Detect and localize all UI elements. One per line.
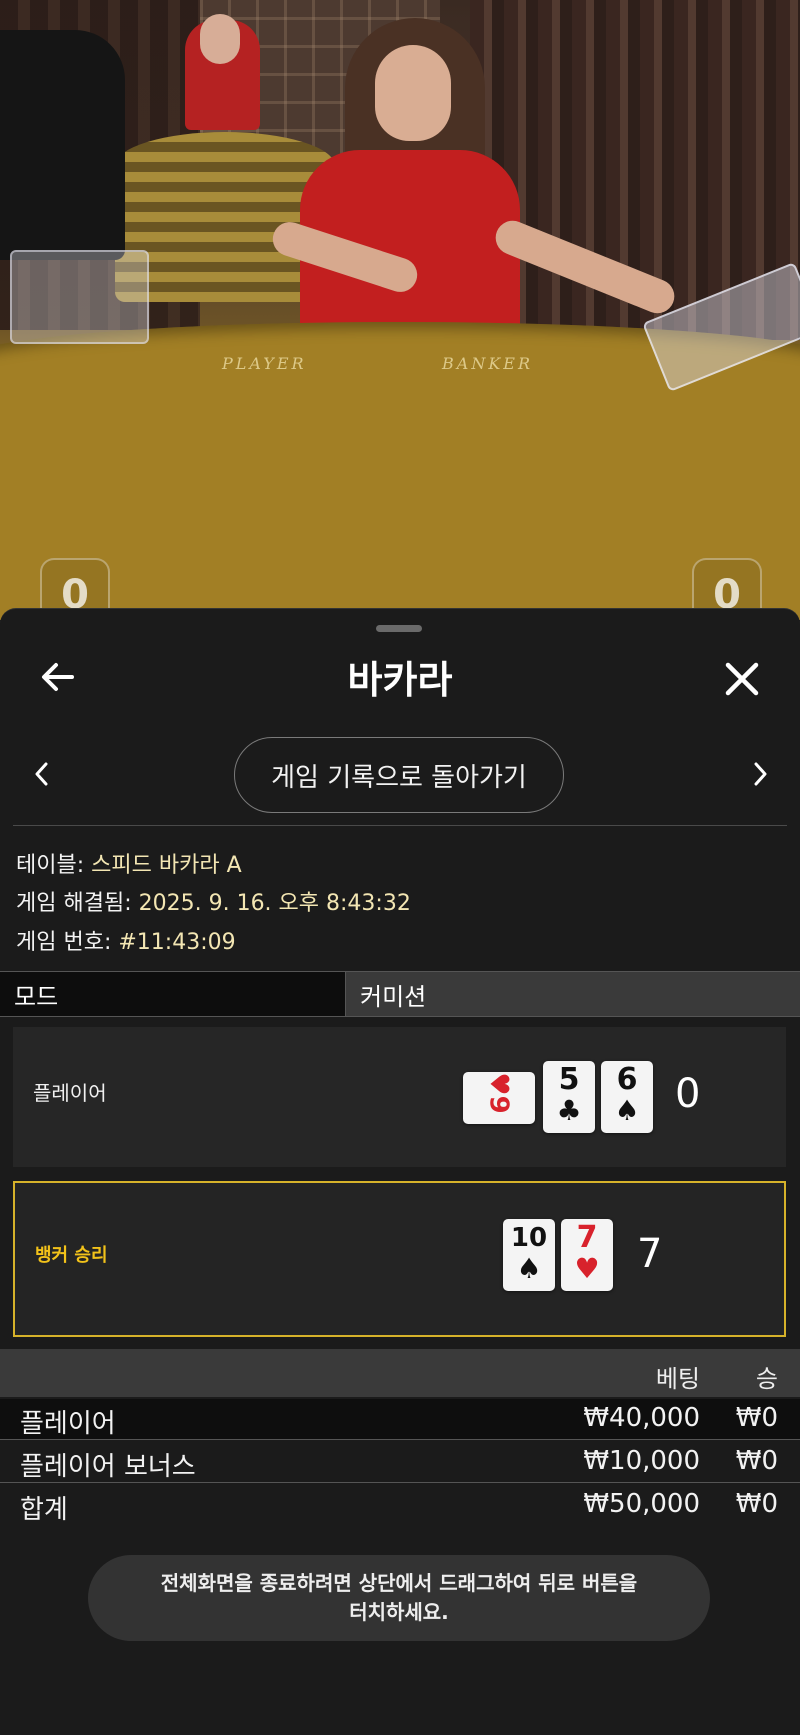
bet-column-header: 베팅: [655, 1365, 700, 1393]
card-shoe-left: [10, 250, 149, 344]
table-info: 테이블: 스피드 바카라 A: [16, 847, 242, 879]
bet-amount: ₩40,000: [583, 1403, 700, 1433]
bet-name: 플레이어 보너스: [20, 1452, 196, 1482]
card-suit: ♥: [574, 1252, 600, 1285]
background-dealer-head: [200, 14, 240, 64]
sheet-drag-handle[interactable]: [376, 625, 422, 632]
game-number-value: #11:43:09: [118, 930, 236, 955]
player-hand-panel: 플레이어 ♥9 5 ♣ 6 ♠ 0: [13, 1027, 786, 1167]
playing-card: ♥9: [463, 1072, 535, 1124]
bet-win: ₩0: [735, 1403, 778, 1433]
table-row: 플레이어 ₩40,000 ₩0: [0, 1399, 800, 1440]
playing-card: 7 ♥: [561, 1219, 613, 1291]
card-suit: ♥: [484, 1072, 514, 1096]
game-number-label: 게임 번호:: [16, 930, 112, 955]
table-row-total: 합계 ₩50,000 ₩0: [0, 1485, 800, 1525]
player-hand-score: 0: [675, 1071, 701, 1117]
resolved-info: 게임 해결됨: 2025. 9. 16. 오후 8:43:32: [16, 885, 411, 917]
return-to-history-button[interactable]: 게임 기록으로 돌아가기: [234, 737, 564, 813]
card-rank: 9: [484, 1095, 514, 1114]
card-rank: 6: [616, 1062, 638, 1097]
banker-hand-score: 7: [637, 1231, 663, 1277]
next-game-button[interactable]: [748, 757, 772, 791]
card-suit: ♠: [614, 1094, 640, 1127]
card-face: ♥9: [484, 1072, 514, 1113]
table-row: 플레이어 보너스 ₩10,000 ₩0: [0, 1442, 800, 1483]
chevron-right-icon: [754, 762, 767, 786]
dealer-face: [375, 45, 451, 141]
live-video-stream: PLAYER BANKER 0 0: [0, 0, 800, 620]
win-column-header: 승: [755, 1365, 778, 1393]
bet-name: 플레이어: [20, 1409, 116, 1439]
page-title: 바카라: [347, 658, 453, 702]
banker-win-label: 뱅커 승리: [35, 1245, 108, 1266]
bet-win: ₩0: [735, 1446, 778, 1476]
fullscreen-exit-toast: 전체화면을 종료하려면 상단에서 드래그하여 뒤로 버튼을 터치하세요.: [88, 1555, 710, 1641]
side-dealer: [0, 30, 125, 260]
bet-amount: ₩10,000: [583, 1446, 700, 1476]
player-hand-label: 플레이어: [33, 1081, 107, 1105]
card-rank: 10: [510, 1223, 548, 1253]
mode-label: 모드: [0, 972, 346, 1016]
card-suit: ♣: [556, 1094, 582, 1127]
toast-message: 전체화면을 종료하려면 상단에서 드래그하여 뒤로 버튼을 터치하세요.: [160, 1571, 638, 1624]
playing-card: 10 ♠: [503, 1219, 555, 1291]
banker-hand-panel: 뱅커 승리 10 ♠ 7 ♥ 7: [13, 1181, 786, 1337]
close-icon: [725, 662, 759, 696]
chevron-left-icon: [35, 762, 48, 786]
bet-win: ₩0: [735, 1489, 778, 1519]
bets-table-header: 베팅 승: [0, 1349, 800, 1397]
felt-player-text: PLAYER: [222, 354, 307, 373]
game-history-sheet: 바카라 게임 기록으로 돌아가기 테이블: 스피드 바카라 A 게임 해결됨: …: [0, 608, 800, 1735]
playing-card: 6 ♠: [601, 1061, 653, 1133]
mode-row: 모드 커미션: [0, 971, 800, 1017]
bet-amount: ₩50,000: [583, 1489, 700, 1519]
game-number-info: 게임 번호: #11:43:09: [16, 924, 236, 956]
mode-value: 커미션: [346, 972, 800, 1016]
bet-name: 합계: [20, 1495, 68, 1525]
playing-card: 5 ♣: [543, 1061, 595, 1133]
table-info-label: 테이블:: [16, 853, 85, 878]
previous-game-button[interactable]: [30, 757, 54, 791]
card-suit: ♠: [516, 1252, 542, 1285]
resolved-info-label: 게임 해결됨:: [16, 891, 132, 916]
felt-banker-text: BANKER: [442, 354, 533, 373]
table-info-value: 스피드 바카라 A: [91, 853, 242, 878]
card-rank: 5: [558, 1062, 580, 1097]
card-rank: 7: [576, 1220, 598, 1255]
divider: [13, 825, 787, 826]
resolved-info-value: 2025. 9. 16. 오후 8:43:32: [138, 891, 411, 916]
close-button[interactable]: [720, 657, 764, 701]
